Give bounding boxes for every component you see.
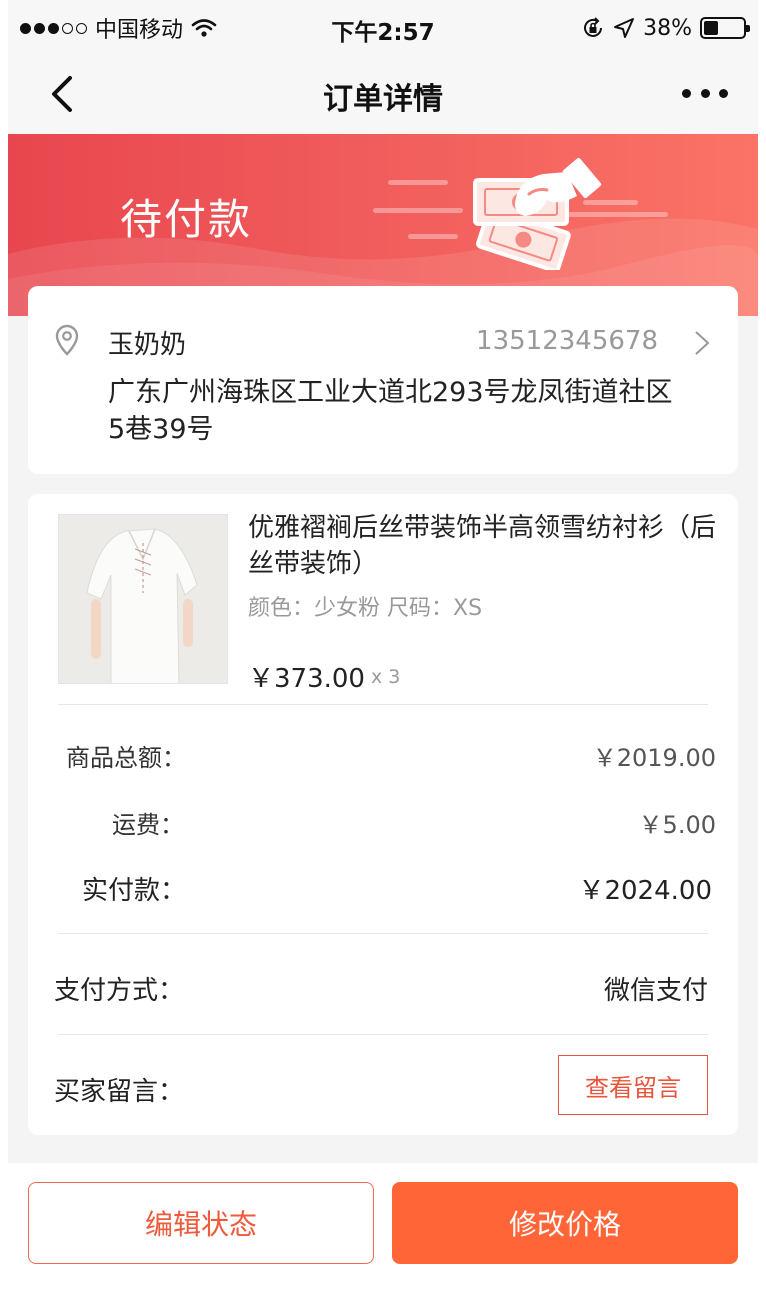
page-title: 订单详情 xyxy=(323,82,443,117)
shipping-label: 运费： xyxy=(112,811,184,839)
hand-with-banknotes-icon xyxy=(473,157,602,270)
product-name: 优雅褶裥后丝带装饰半高领雪纺衬衫（后丝带装饰） xyxy=(248,513,717,579)
divider xyxy=(58,1034,708,1035)
buyer-message-label: 买家留言： xyxy=(54,1077,185,1107)
order-detail-card: 优雅褶裥后丝带装饰半高领雪纺衬衫（后丝带装饰） 颜色：少女粉 尺码：XS ￥37… xyxy=(28,494,738,1135)
battery-icon xyxy=(700,17,750,39)
address-card[interactable]: 玉奶奶 13512345678 广东广州海珠区工业大道北293号龙凤街道社区5巷… xyxy=(28,286,738,474)
modify-price-button[interactable]: 修改价格 xyxy=(392,1182,738,1264)
battery-percent: 38% xyxy=(643,15,692,41)
product-spec: 颜色：少女粉 尺码：XS xyxy=(248,596,483,621)
rotation-lock-icon xyxy=(584,17,603,37)
view-message-button[interactable]: 查看留言 xyxy=(558,1055,708,1115)
payment-method-label: 支付方式： xyxy=(54,976,185,1006)
location-arrow-icon xyxy=(614,18,635,38)
status-right: 38% xyxy=(581,14,750,42)
product-image[interactable] xyxy=(58,514,228,684)
chevron-right-icon xyxy=(695,331,710,355)
product-price: ￥373.00 xyxy=(248,664,365,694)
status-bar: 中国移动 下午2:57 38% xyxy=(8,0,758,56)
recipient-name: 玉奶奶 xyxy=(108,330,187,360)
edit-status-button[interactable]: 编辑状态 xyxy=(28,1182,374,1264)
shipping-address: 广东广州海珠区工业大道北293号龙凤街道社区5巷39号 xyxy=(108,377,673,445)
location-pin-icon xyxy=(55,324,79,356)
paid-label: 实付款： xyxy=(82,876,187,906)
subtotal-label: 商品总额： xyxy=(66,744,186,772)
paid-value: ￥2024.00 xyxy=(578,876,712,906)
phone-screen: 中国移动 下午2:57 38% 订单详情 待付款 玉奶奶 13512345678… xyxy=(8,0,758,1283)
navigation-bar: 订单详情 xyxy=(8,56,758,134)
product-quantity: x 3 xyxy=(371,666,401,688)
product-photo-shirt xyxy=(59,515,227,683)
divider xyxy=(58,704,708,705)
subtotal-value: ￥2019.00 xyxy=(592,744,716,772)
more-dots-icon xyxy=(682,88,691,98)
more-button[interactable] xyxy=(682,86,728,100)
order-status-title: 待付款 xyxy=(120,195,253,244)
shipping-value: ￥5.00 xyxy=(638,811,716,839)
divider xyxy=(58,933,708,934)
payment-method-value: 微信支付 xyxy=(603,976,708,1006)
bottom-action-bar: 编辑状态 修改价格 xyxy=(8,1163,758,1283)
recipient-phone: 13512345678 xyxy=(476,326,658,356)
